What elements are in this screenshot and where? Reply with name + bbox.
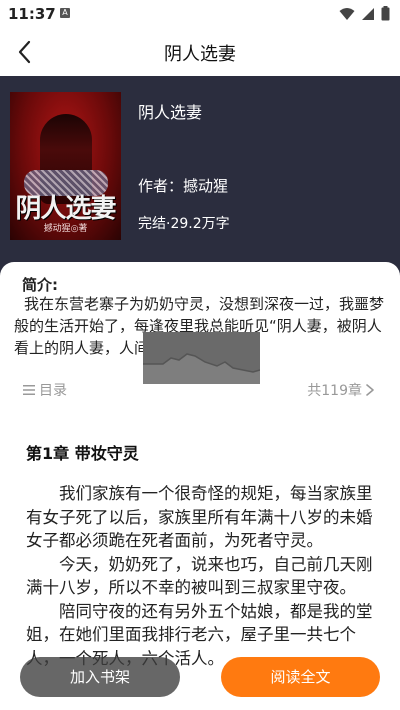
page-title: 阴人选妻: [164, 44, 236, 65]
intro-label: 简介:: [22, 276, 58, 294]
chevron-right-icon: [366, 384, 374, 396]
loading-overlay: [143, 332, 260, 384]
book-header: 阴人选妻 撼动猩◎著 阴人选妻 作者：撼动猩 完结·29.2万字: [0, 76, 400, 266]
toc-button[interactable]: 目录: [22, 380, 67, 400]
list-icon: [23, 385, 35, 395]
status-icons: [339, 6, 390, 21]
chapter-count: 共119章: [307, 383, 362, 399]
content-card[interactable]: 简介: 我在东营老寨子为奶奶守灵，没想到深夜一过，我噩梦般的生活开始了，每逢夜里…: [0, 262, 400, 710]
cover-title: 阴人选妻: [15, 194, 116, 224]
read-full-button[interactable]: 阅读全文: [221, 657, 380, 697]
book-status: 完结·29.2万字: [138, 216, 230, 232]
signal-icon: [362, 7, 374, 20]
notification-badge-icon: A: [60, 8, 70, 18]
toc-row: 目录 共119章: [0, 378, 400, 404]
book-name: 阴人选妻: [138, 103, 203, 122]
chapter-title: 第1章 带妆守灵: [26, 444, 139, 463]
cover-author: 撼动猩◎著: [43, 224, 88, 234]
book-cover[interactable]: 阴人选妻 撼动猩◎著: [10, 92, 121, 240]
book-author: 作者：撼动猩: [138, 177, 229, 195]
chapter-paragraph: 我们家族有一个很奇怪的规矩，每当家族里有女子死了以后，家族里所有年满十八岁的未婚…: [26, 484, 373, 550]
chapter-count-button[interactable]: 共119章: [307, 380, 376, 400]
status-time: 11:37: [8, 5, 56, 23]
nav-bar: 阴人选妻: [0, 28, 400, 76]
battery-icon: [381, 6, 390, 21]
status-bar: 11:37 A: [0, 0, 400, 28]
toc-label: 目录: [39, 383, 67, 399]
add-to-shelf-button[interactable]: 加入书架: [20, 657, 180, 697]
loading-waveform-icon: [143, 353, 260, 384]
wifi-icon: [339, 7, 355, 20]
chapter-body[interactable]: 我们家族有一个很奇怪的规矩，每当家族里有女子死了以后，家族里所有年满十八岁的未婚…: [26, 482, 382, 670]
chapter-paragraph: 今天，奶奶死了，说来也巧，自己前几天刚满十八岁，所以不幸的被叫到三叔家里守夜。: [26, 554, 373, 598]
